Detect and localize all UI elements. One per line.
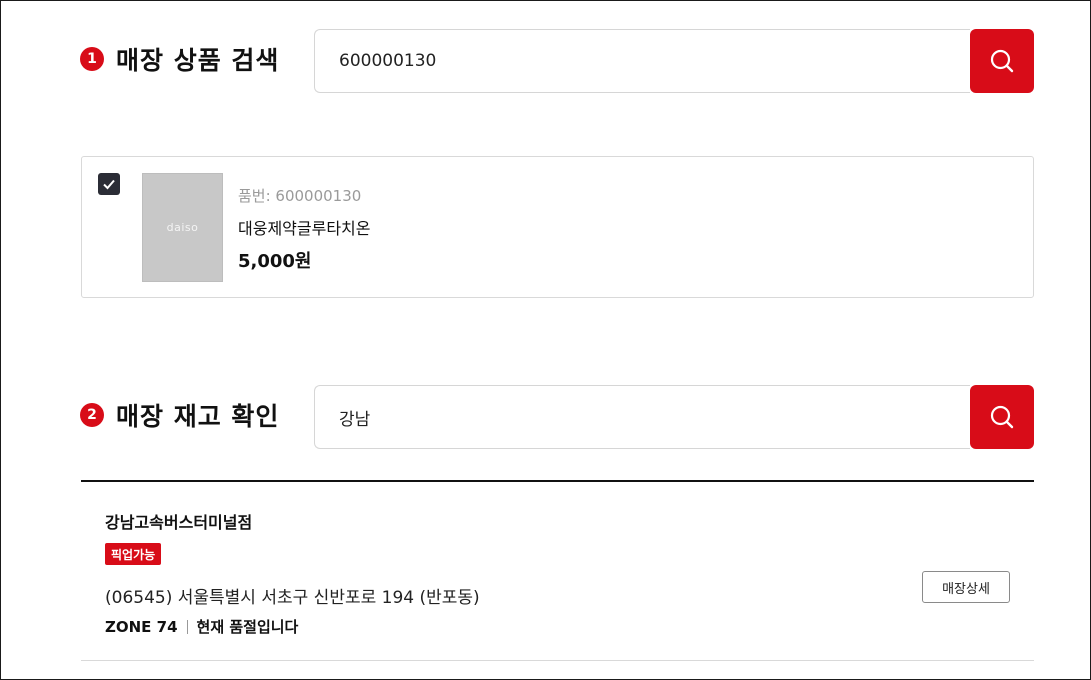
product-search-button[interactable] xyxy=(970,29,1034,93)
search-icon xyxy=(990,49,1014,73)
daiso-logo: daiso xyxy=(166,221,199,234)
stock-check-title: 매장 재고 확인 xyxy=(116,402,280,431)
product-thumbnail[interactable]: daiso xyxy=(142,173,223,282)
product-card: daiso 품번: 600000130 대웅제약글루타치온 5,000원 xyxy=(81,156,1034,298)
product-price: 5,000원 xyxy=(238,251,312,272)
product-search-header: 1 매장 상품 검색 xyxy=(80,41,279,77)
store-list-bottom-divider xyxy=(81,660,1034,661)
search-icon xyxy=(990,405,1014,429)
store-zone-row: ZONE 74 현재 품절입니다 xyxy=(105,616,298,637)
product-search-title: 매장 상품 검색 xyxy=(116,46,280,75)
store-list-top-divider xyxy=(81,480,1034,482)
product-search-bar xyxy=(314,29,1034,93)
product-name: 대웅제약글루타치온 xyxy=(238,219,371,238)
step-2-badge: 2 xyxy=(80,403,104,427)
product-code: 품번: 600000130 xyxy=(238,187,362,205)
zone-separator xyxy=(186,619,188,634)
stock-check-header: 2 매장 재고 확인 xyxy=(80,397,279,433)
store-search-bar xyxy=(314,385,1034,449)
store-zone: ZONE 74 xyxy=(105,617,178,636)
store-name: 강남고속버스터미널점 xyxy=(105,513,253,532)
store-detail-button[interactable]: 매장상세 xyxy=(922,571,1010,603)
step-1-badge: 1 xyxy=(80,47,104,71)
stock-status: 현재 품절입니다 xyxy=(196,618,299,636)
store-search-button[interactable] xyxy=(970,385,1034,449)
product-search-input[interactable] xyxy=(314,29,970,93)
store-address: (06545) 서울특별시 서초구 신반포로 194 (반포동) xyxy=(105,588,480,608)
product-checkbox[interactable] xyxy=(98,173,120,195)
store-search-input[interactable] xyxy=(314,385,970,449)
pickup-badge: 픽업가능 xyxy=(105,543,162,565)
check-icon xyxy=(103,179,115,190)
